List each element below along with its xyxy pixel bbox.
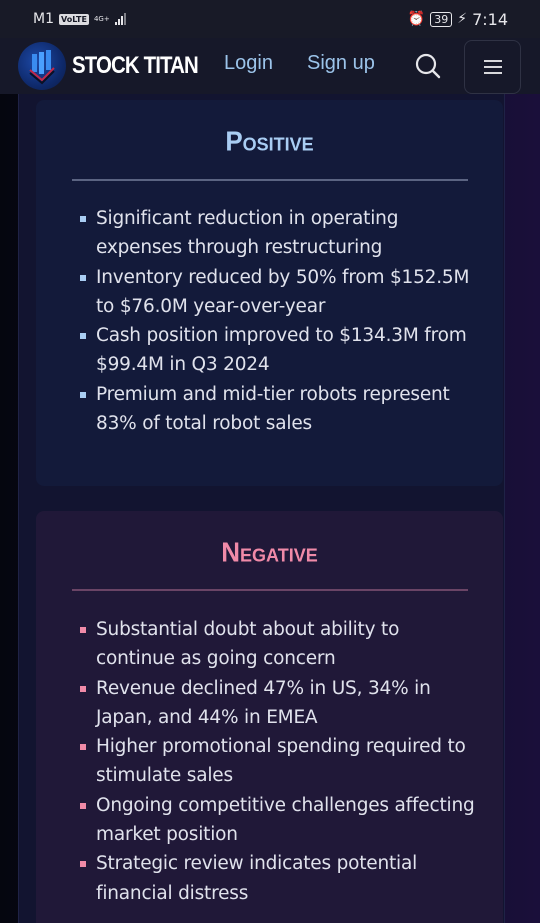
negative-divider [72, 589, 468, 591]
positive-divider [72, 179, 468, 181]
list-item: Premium and mid-tier robots represent 83… [80, 380, 480, 439]
network-type-icon: 4G+ [93, 14, 110, 23]
signal-icon [114, 13, 126, 25]
list-item: Revenue declined 47% in US, 34% in Japan… [80, 674, 480, 733]
bullet-icon [80, 744, 86, 751]
negative-card: Negative Substantial doubt about ability… [36, 511, 503, 923]
bullet-icon [80, 391, 86, 398]
brand-name[interactable]: STOCK TITAN [72, 52, 199, 80]
list-item: Inventory reduced by 50% from $152.5M to… [80, 263, 480, 322]
bullet-icon [80, 333, 86, 340]
search-icon[interactable] [414, 52, 442, 80]
top-navbar: STOCK TITAN Login Sign up [0, 38, 540, 94]
positive-card: Positive Significant reduction in operat… [36, 100, 503, 486]
list-item: Higher promotional spending required to … [80, 732, 480, 791]
status-right: ⏰ 39 ⚡ 7:14 [408, 10, 508, 29]
carrier-label: M1 [33, 11, 54, 27]
status-left: M1 VoLTE 4G+ [33, 11, 126, 27]
login-link[interactable]: Login [224, 52, 273, 75]
list-item: Ongoing competitive challenges affecting… [80, 791, 480, 850]
bullet-icon [80, 216, 86, 222]
menu-button[interactable] [464, 40, 521, 94]
charging-icon: ⚡ [457, 11, 468, 27]
signup-link[interactable]: Sign up [307, 52, 375, 75]
positive-title: Positive [225, 125, 314, 157]
bullet-icon [80, 802, 86, 809]
positive-list: Significant reduction in operating expen… [80, 204, 480, 438]
list-item: Cash position improved to $134.3M from $… [80, 321, 480, 380]
clock: 7:14 [472, 9, 508, 29]
bullet-icon [80, 274, 86, 281]
list-item: Strategic review indicates potential fin… [80, 849, 480, 908]
bullet-icon [80, 685, 86, 692]
list-item: Substantial doubt about ability to conti… [80, 615, 480, 674]
status-bar: M1 VoLTE 4G+ ⏰ 39 ⚡ 7:14 [0, 0, 540, 38]
bullet-icon [80, 627, 86, 633]
list-item: Significant reduction in operating expen… [80, 204, 480, 263]
negative-list: Substantial doubt about ability to conti… [80, 615, 480, 908]
volte-icon: VoLTE [59, 13, 89, 25]
bullet-icon [80, 861, 86, 868]
battery-icon: 39 [430, 11, 453, 27]
alarm-icon: ⏰ [407, 11, 426, 27]
stock-titan-logo-icon[interactable] [18, 42, 66, 90]
negative-title: Negative [221, 536, 318, 568]
hamburger-menu-icon [483, 60, 502, 74]
